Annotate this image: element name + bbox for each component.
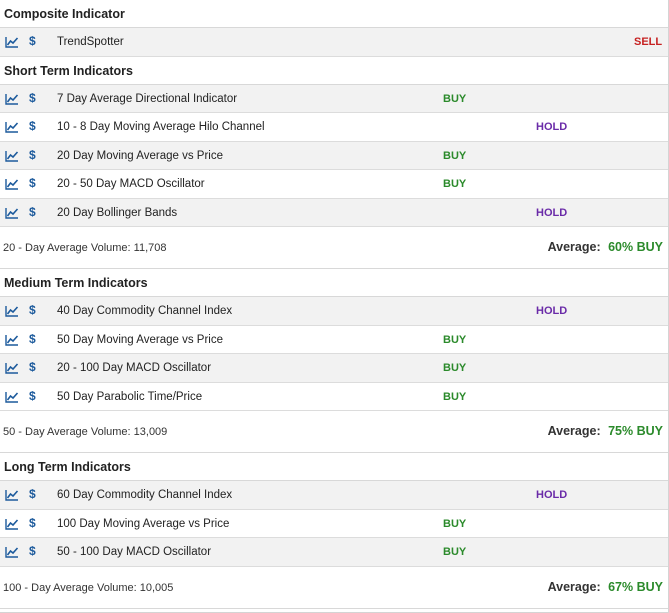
indicator-row: $50 Day Moving Average vs Price BUY <box>0 326 668 354</box>
indicator-name: 20 Day Moving Average vs Price <box>57 149 223 162</box>
section-title-composite: Composite Indicator <box>0 0 668 28</box>
indicator-row: $10 - 8 Day Moving Average Hilo Channel H… <box>0 113 668 142</box>
dollar-icon[interactable]: $ <box>29 303 36 317</box>
dollar-icon[interactable]: $ <box>29 148 36 162</box>
indicator-name: 60 Day Commodity Channel Index <box>57 489 233 501</box>
signal-hold: HOLD <box>536 206 568 219</box>
dollar-icon[interactable]: $ <box>29 176 36 190</box>
line-chart-icon[interactable] <box>5 150 19 162</box>
line-chart-icon[interactable] <box>5 546 19 558</box>
signal-buy: BUY <box>443 390 467 403</box>
average-value: 75% BUY <box>608 424 663 438</box>
indicator-row: $7 Day Average Directional Indicator BUY <box>0 84 668 113</box>
indicator-name: 20 - 100 Day MACD Oscillator <box>57 362 212 374</box>
section-title-long-term: Long Term Indicators <box>0 453 668 481</box>
dollar-icon[interactable]: $ <box>29 389 36 403</box>
dollar-icon[interactable]: $ <box>29 487 36 501</box>
line-chart-icon[interactable] <box>5 391 19 403</box>
indicator-row: $50 Day Parabolic Time/Price BUY <box>0 383 668 411</box>
indicator-row: $20 - 100 Day MACD Oscillator BUY <box>0 354 668 383</box>
dollar-icon[interactable]: $ <box>29 544 36 558</box>
indicator-row: $40 Day Commodity Channel Index HOLD <box>0 297 668 326</box>
line-chart-icon[interactable] <box>5 334 19 346</box>
signal-buy: BUY <box>443 92 467 105</box>
indicator-name: 100 Day Moving Average vs Price <box>57 517 230 530</box>
line-chart-icon[interactable] <box>5 489 19 501</box>
signal-buy: BUY <box>443 149 467 162</box>
indicator-name: 50 Day Moving Average vs Price <box>57 333 223 346</box>
section-title-short-term: Short Term Indicators <box>0 57 668 85</box>
line-chart-icon[interactable] <box>5 36 19 48</box>
long-term-summary: 100 - Day Average Volume: 10,005 Average… <box>0 567 668 609</box>
dollar-icon[interactable]: $ <box>29 332 36 346</box>
indicator-row: $20 Day Moving Average vs Price BUY <box>0 141 668 170</box>
dollar-icon[interactable]: $ <box>29 205 36 219</box>
dollar-icon[interactable]: $ <box>29 91 36 105</box>
medium-term-rows: $40 Day Commodity Channel Index HOLD $50 D… <box>0 297 668 411</box>
line-chart-icon[interactable] <box>5 518 19 530</box>
short-term-summary: 20 - Day Average Volume: 11,708 Average:… <box>0 227 668 269</box>
dollar-icon[interactable]: $ <box>29 360 36 374</box>
section-title-medium-term: Medium Term Indicators <box>0 269 668 297</box>
average-value: 60% BUY <box>608 240 663 254</box>
average-label: Average: <box>547 424 601 438</box>
indicator-row: $20 Day Bollinger Bands HOLD <box>0 198 668 227</box>
indicator-name: 40 Day Commodity Channel Index <box>57 305 233 317</box>
indicator-row: $100 Day Moving Average vs Price BUY <box>0 510 668 538</box>
indicator-name: 50 - 100 Day MACD Oscillator <box>57 546 212 558</box>
signal-buy: BUY <box>443 546 467 558</box>
indicator-row: $ TrendSpotter SELL <box>0 28 668 57</box>
composite-rows: $ TrendSpotter SELL <box>0 28 668 57</box>
indicator-name: 7 Day Average Directional Indicator <box>57 92 238 105</box>
average-label: Average: <box>547 579 601 594</box>
indicator-name: TrendSpotter <box>57 36 124 48</box>
average-opinion: Average: 75% BUY <box>548 424 663 438</box>
indicator-name: 10 - 8 Day Moving Average Hilo Channel <box>57 121 265 133</box>
medium-term-summary: 50 - Day Average Volume: 13,009 Average:… <box>0 411 668 453</box>
indicator-name: 50 Day Parabolic Time/Price <box>57 390 203 403</box>
line-chart-icon[interactable] <box>5 305 19 317</box>
average-label: Average: <box>547 240 601 254</box>
dollar-icon[interactable]: $ <box>29 119 36 133</box>
indicator-row: $50 - 100 Day MACD Oscillator BUY <box>0 538 668 567</box>
average-opinion: Average: 60% BUY <box>548 240 663 254</box>
signal-buy: BUY <box>443 333 467 346</box>
indicator-row: $20 - 50 Day MACD Oscillator BUY <box>0 170 668 199</box>
average-value: 67% BUY <box>608 579 663 594</box>
signal-buy: BUY <box>443 517 467 530</box>
opinion-panel: Composite Indicator $ TrendSpotter SELL Sh… <box>0 0 669 613</box>
signal-hold: HOLD <box>536 489 568 501</box>
short-term-rows: $7 Day Average Directional Indicator BUY $… <box>0 84 668 227</box>
indicator-name: 20 - 50 Day MACD Oscillator <box>57 178 205 190</box>
average-volume: 50 - Day Average Volume: 13,009 <box>3 426 168 438</box>
signal-buy: BUY <box>443 178 467 190</box>
line-chart-icon[interactable] <box>5 362 19 374</box>
signal-hold: HOLD <box>536 121 568 133</box>
line-chart-icon[interactable] <box>5 207 19 219</box>
signal-sell: SELL <box>634 36 663 48</box>
signal-hold: HOLD <box>536 305 568 317</box>
indicator-row: $60 Day Commodity Channel Index HOLD <box>0 481 668 510</box>
dollar-icon[interactable]: $ <box>29 516 36 530</box>
average-opinion: Average: 67% BUY <box>548 580 663 594</box>
long-term-rows: $60 Day Commodity Channel Index HOLD $100 … <box>0 481 668 567</box>
average-volume: 100 - Day Average Volume: 10,005 <box>3 581 174 594</box>
indicator-name: 20 Day Bollinger Bands <box>57 206 178 219</box>
average-volume: 20 - Day Average Volume: 11,708 <box>3 242 167 254</box>
line-chart-icon[interactable] <box>5 178 19 190</box>
line-chart-icon[interactable] <box>5 93 19 105</box>
dollar-icon[interactable]: $ <box>29 34 36 48</box>
line-chart-icon[interactable] <box>5 121 19 133</box>
signal-buy: BUY <box>443 362 467 374</box>
